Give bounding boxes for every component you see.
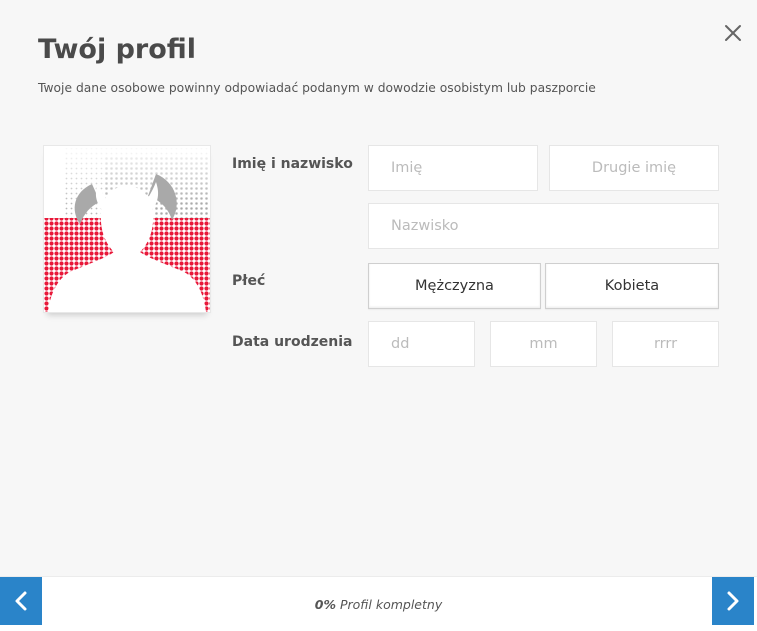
middle-name-field[interactable]: Drugie imię: [549, 145, 719, 191]
avatar[interactable]: [43, 145, 211, 313]
progress-percent: 0%: [314, 597, 336, 612]
name-label: Imię i nazwisko: [232, 156, 353, 172]
progress-status: 0% Profil kompletny: [0, 597, 757, 612]
first-name-placeholder: Imię: [391, 160, 423, 176]
gender-male-button[interactable]: Mężczyzna: [368, 263, 541, 309]
birth-year-field[interactable]: rrrr: [612, 321, 719, 367]
close-button[interactable]: [720, 20, 746, 46]
birthdate-label: Data urodzenia: [232, 334, 353, 350]
middle-name-placeholder: Drugie imię: [591, 160, 677, 176]
birth-day-field[interactable]: dd: [368, 321, 475, 367]
birth-month-placeholder: mm: [529, 336, 558, 352]
gender-label: Płeć: [232, 273, 266, 289]
last-name-field[interactable]: Nazwisko: [368, 203, 719, 249]
page-title: Twój profil: [38, 34, 197, 65]
chevron-right-icon: [727, 591, 739, 611]
gender-female-button[interactable]: Kobieta: [545, 263, 719, 309]
close-icon: [725, 25, 741, 41]
birth-year-placeholder: rrrr: [653, 336, 678, 352]
last-name-placeholder: Nazwisko: [391, 218, 459, 234]
birth-month-field[interactable]: mm: [490, 321, 597, 367]
profile-dialog: Twój profil Twoje dane osobowe powinny o…: [0, 0, 757, 631]
progress-label: Profil kompletny: [339, 597, 443, 612]
first-name-field[interactable]: Imię: [368, 145, 538, 191]
progress-footer: 0% Profil kompletny: [0, 576, 757, 631]
avatar-placeholder-icon: [44, 146, 210, 312]
next-step-button[interactable]: [712, 577, 754, 625]
birth-day-placeholder: dd: [391, 336, 410, 352]
page-subtitle: Twoje dane osobowe powinny odpowiadać po…: [38, 81, 596, 95]
